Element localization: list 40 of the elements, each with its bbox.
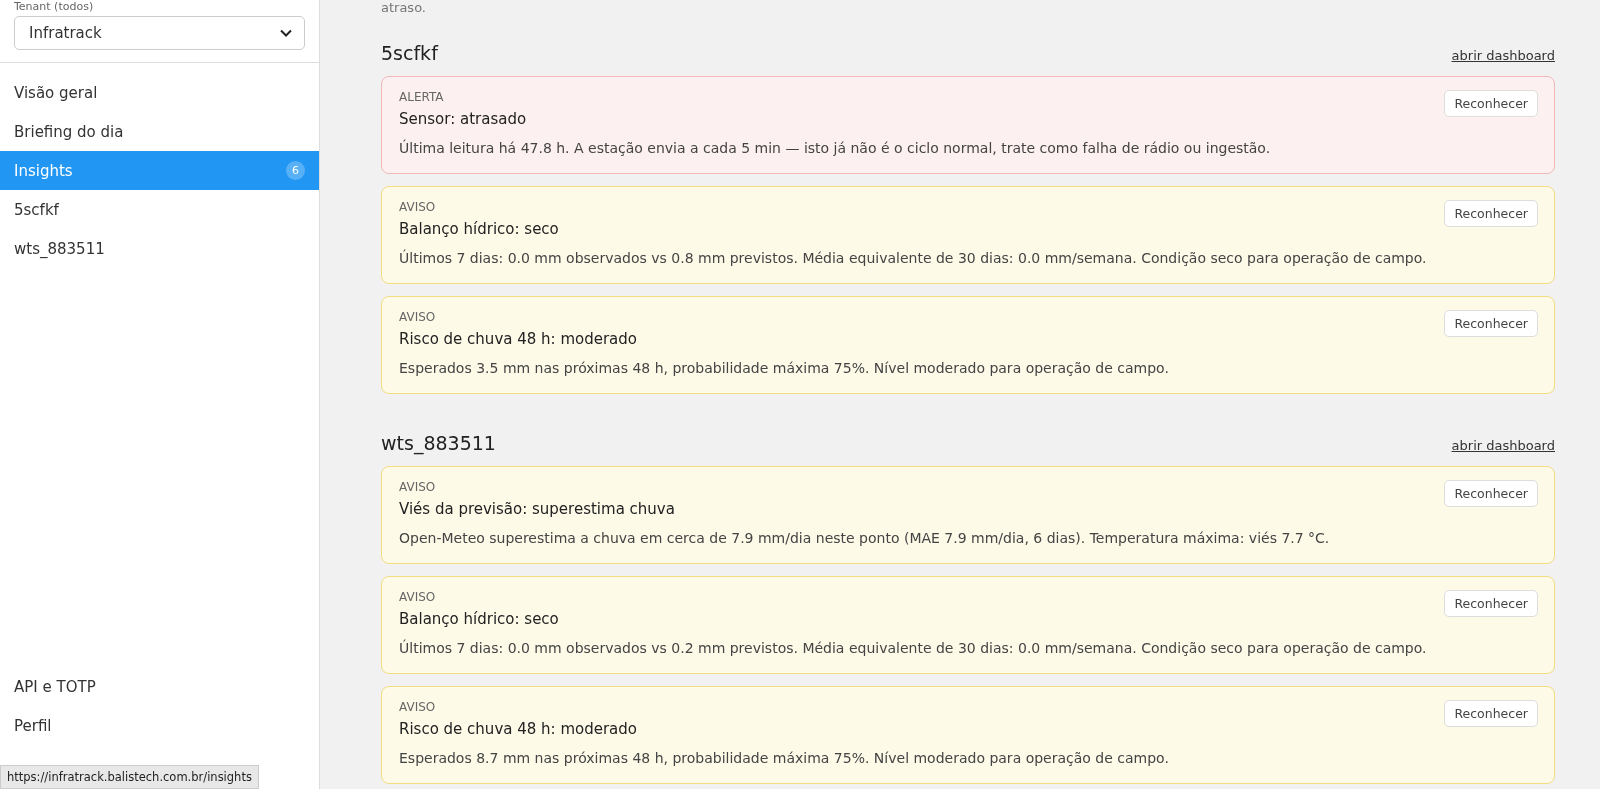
acknowledge-button[interactable]: Reconhecer xyxy=(1444,310,1538,337)
insight-title: Risco de chuva 48 h: moderado xyxy=(399,329,638,349)
nav-item[interactable]: 5scfkf xyxy=(0,190,319,229)
insight-title: Viés da previsão: superestima chuva xyxy=(399,499,676,519)
severity-label: AVISO xyxy=(399,310,437,325)
acknowledge-button[interactable]: Reconhecer xyxy=(1444,590,1538,617)
severity-label: AVISO xyxy=(399,200,437,215)
insight-title: Balanço hídrico: seco xyxy=(399,219,560,239)
insight-text: Esperados 3.5 mm nas próximas 48 h, probabilidade máxima 75%. Nível moderado para operação de campo. xyxy=(399,359,1169,377)
insight-title: Balanço hídrico: seco xyxy=(399,609,560,629)
insight-title: Risco de chuva 48 h: moderado xyxy=(399,719,638,739)
nav-item[interactable]: wts_883511 xyxy=(0,229,319,268)
section-heading: 5scfkf xyxy=(381,42,438,64)
dashboard-link[interactable]: abrir dashboard xyxy=(1451,48,1555,63)
severity-label: AVISO xyxy=(399,480,437,495)
dashboard-link[interactable]: abrir dashboard xyxy=(1451,438,1555,453)
field-label: Tenant (todos) xyxy=(14,0,95,14)
insight-text: Esperados 8.7 mm nas próximas 48 h, probabilidade máxima 75%. Nível moderado para operação de campo. xyxy=(399,749,1169,767)
severity-label: ALERTA xyxy=(399,90,445,105)
chevron-down-icon xyxy=(280,29,292,37)
severity-label: AVISO xyxy=(399,590,437,605)
nav-item[interactable]: API e TOTP xyxy=(0,667,319,706)
link-preview-url: https://infratrack.balistech.com.br/insights xyxy=(0,765,259,789)
acknowledge-button[interactable]: Reconhecer xyxy=(1444,90,1538,117)
insight-text: Últimos 7 dias: 0.0 mm observados vs 0.8 mm previstos. Média equivalente de 30 dias: 0.0 mm/semana. Condição seco para operação de campo. xyxy=(399,249,1427,267)
count-badge: 6 xyxy=(286,161,305,180)
tenant-select[interactable]: Infratrack xyxy=(14,16,305,50)
nav-item[interactable]: Visão geral xyxy=(0,73,319,112)
nav-item[interactable]: Perfil xyxy=(0,706,319,745)
acknowledge-button[interactable]: Reconhecer xyxy=(1444,200,1538,227)
paragraph-text: atraso. xyxy=(381,0,427,16)
insight-text: Última leitura há 47.8 h. A estação envia a cada 5 min — isto já não é o ciclo normal, trate como falha de rádio ou ingestão. xyxy=(399,139,1271,157)
acknowledge-button[interactable]: Reconhecer xyxy=(1444,480,1538,507)
insight-title: Sensor: atrasado xyxy=(399,109,528,129)
insight-text: Últimos 7 dias: 0.0 mm observados vs 0.2 mm previstos. Média equivalente de 30 dias: 0.0 mm/semana. Condição seco para operação de campo. xyxy=(399,639,1427,657)
section-heading: wts_883511 xyxy=(381,432,496,454)
nav-item[interactable]: Briefing do dia xyxy=(0,112,319,151)
severity-label: AVISO xyxy=(399,700,437,715)
acknowledge-button[interactable]: Reconhecer xyxy=(1444,700,1538,727)
insight-text: Open-Meteo superestima a chuva em cerca de 7.9 mm/dia neste ponto (MAE 7.9 mm/dia, 6 dias). Temperatura máxima: viés 7.7 °C. xyxy=(399,529,1330,547)
